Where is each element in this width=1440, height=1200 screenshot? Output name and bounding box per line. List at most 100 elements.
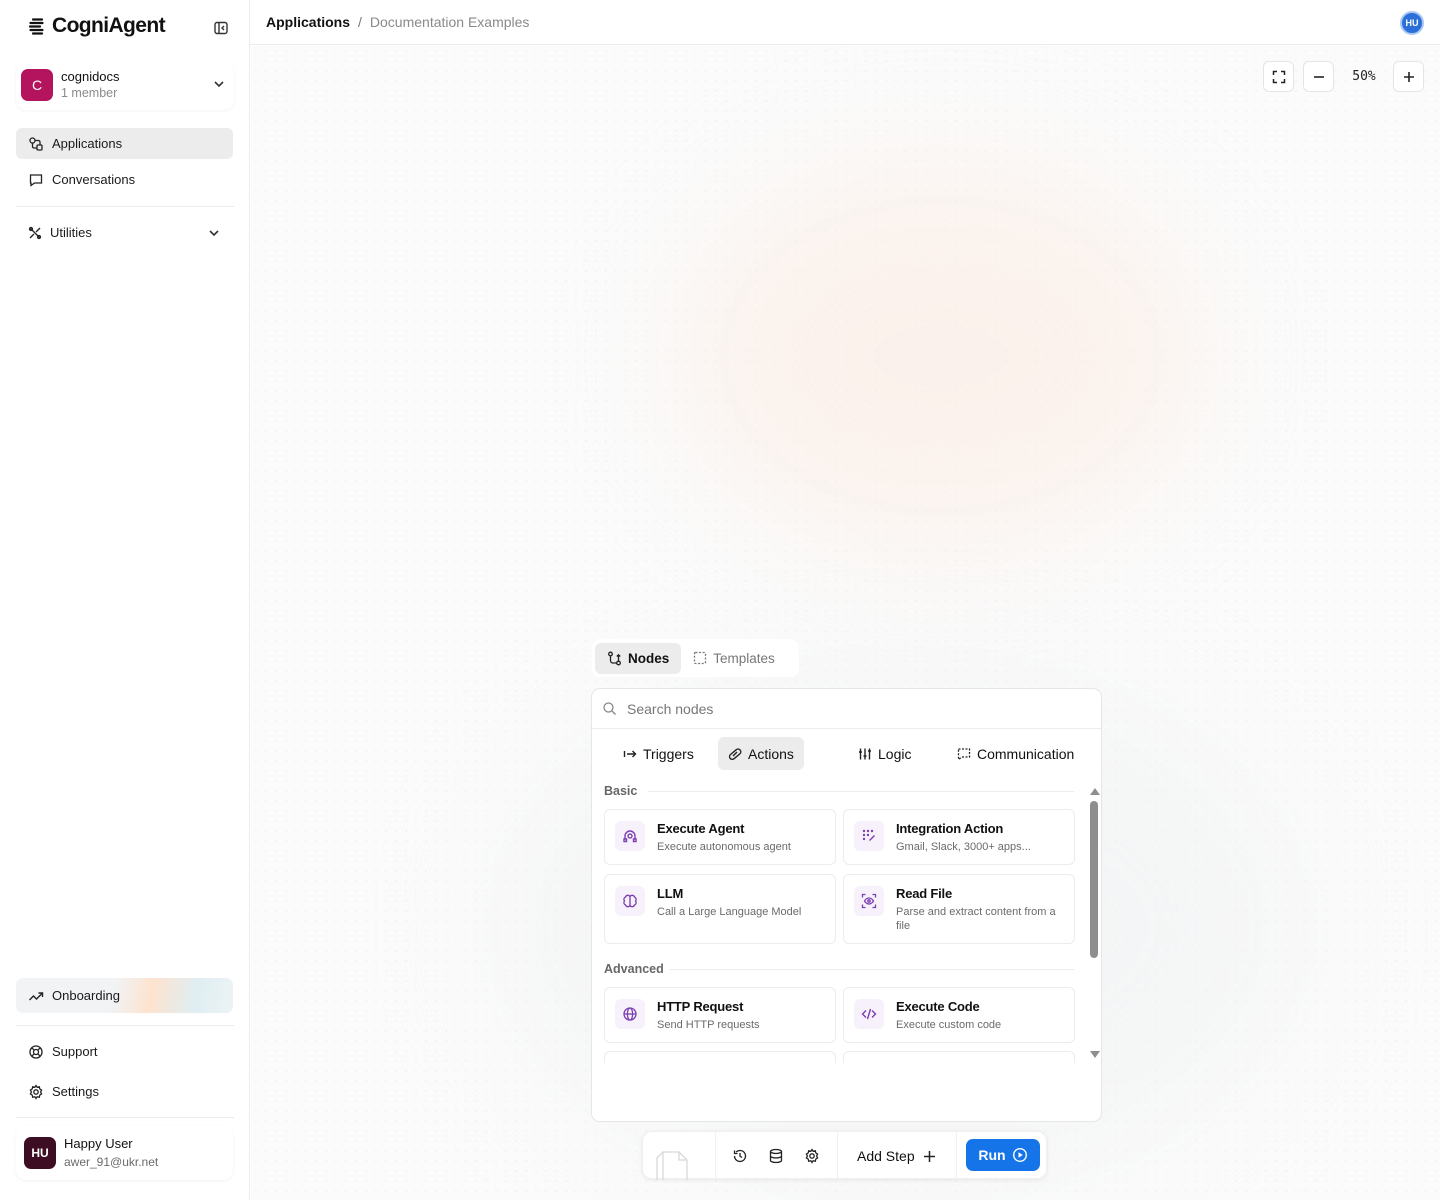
collapse-sidebar-button[interactable] <box>212 19 230 37</box>
integration-icon <box>854 821 884 851</box>
node-card-execute-code[interactable]: Execute Code Execute custom code <box>843 987 1075 1043</box>
zoom-in-button[interactable] <box>1393 61 1424 92</box>
sidebar-item-settings[interactable]: Settings <box>16 1076 233 1107</box>
logo-text: CogniAgent <box>52 14 166 37</box>
node-card-llm[interactable]: LLM Call a Large Language Model <box>604 874 836 944</box>
file-scan-icon <box>854 886 884 916</box>
logo-icon <box>28 16 48 36</box>
add-step-label: Add Step <box>857 1148 915 1164</box>
tab-label: Nodes <box>628 650 670 666</box>
lifebuoy-icon <box>28 1044 44 1060</box>
arrow-right-icon <box>623 747 637 761</box>
run-button[interactable]: Run <box>966 1139 1040 1171</box>
node-card-http-request[interactable]: HTTP Request Send HTTP requests <box>604 987 836 1043</box>
avatar[interactable]: HU <box>1400 11 1424 35</box>
zoom-level: 50% <box>1352 69 1376 84</box>
sidebar-item-support[interactable]: Support <box>16 1036 233 1067</box>
chevron-down-icon <box>207 226 221 240</box>
gear-icon <box>28 1083 44 1100</box>
section-divider <box>648 791 1074 792</box>
sidebar-item-label: Applications <box>52 136 123 151</box>
sidebar-item-label: Conversations <box>52 172 136 187</box>
search-icon <box>602 701 617 716</box>
node-title: LLM <box>657 886 684 901</box>
toolbar-divider <box>715 1132 716 1180</box>
node-card-read-file[interactable]: Read File Parse and extract content from… <box>843 874 1075 944</box>
globe-icon <box>615 999 645 1029</box>
chevron-down-icon <box>212 77 226 91</box>
node-card-execute-agent[interactable]: Execute Agent Execute autonomous agent <box>604 809 836 865</box>
section-basic-label: Basic <box>604 784 638 798</box>
node-card-integration-action[interactable]: Integration Action Gmail, Slack, 3000+ a… <box>843 809 1075 865</box>
sidebar-divider <box>16 1025 234 1026</box>
user-name: Happy User <box>64 1136 133 1151</box>
tab-actions[interactable]: Actions <box>718 737 804 770</box>
sliders-icon <box>858 747 872 761</box>
history-button[interactable] <box>728 1144 752 1168</box>
sidebar-item-applications[interactable]: Applications <box>16 128 233 159</box>
chat-icon <box>28 172 44 188</box>
tab-nodes[interactable]: Nodes <box>595 642 682 674</box>
sidebar-item-label: Onboarding <box>52 988 120 1003</box>
tab-communication[interactable]: Communication <box>947 737 1084 770</box>
template-icon <box>693 651 707 665</box>
code-icon <box>854 999 884 1029</box>
sidebar-divider <box>16 1117 234 1118</box>
org-name: cognidocs <box>61 69 120 84</box>
database-button[interactable] <box>764 1144 788 1168</box>
tab-label: Actions <box>748 745 794 762</box>
node-picker-panel: Triggers Actions Logic Communication Bas… <box>591 688 1102 1122</box>
agent-icon <box>615 821 645 851</box>
toolbar-divider <box>837 1132 838 1180</box>
node-description: Gmail, Slack, 3000+ apps... <box>896 841 1031 853</box>
brain-icon <box>615 886 645 916</box>
sidebar-item-conversations[interactable]: Conversations <box>16 164 233 195</box>
utilities-icon <box>28 226 42 240</box>
applications-icon <box>28 136 44 152</box>
list-fade <box>592 1063 1088 1121</box>
add-step-button[interactable]: Add Step <box>857 1144 936 1168</box>
breadcrumb-separator: / <box>358 14 362 30</box>
breadcrumb-current: Documentation Examples <box>369 14 530 30</box>
sidebar-item-utilities[interactable]: Utilities <box>16 217 233 248</box>
tab-label: Templates <box>713 650 775 666</box>
plus-icon <box>923 1150 936 1163</box>
sidebar-item-label: Support <box>52 1044 98 1059</box>
scroll-down-arrow[interactable] <box>1090 1051 1100 1059</box>
node-title: Read File <box>896 886 952 901</box>
tab-label: Communication <box>977 745 1075 762</box>
search-bar <box>592 689 1101 729</box>
scroll-up-arrow[interactable] <box>1090 787 1100 795</box>
trend-icon <box>28 988 44 1004</box>
node-description: Call a Large Language Model <box>657 906 802 918</box>
user-menu[interactable]: HU Happy User awer_91@ukr.net <box>16 1126 233 1180</box>
nodes-icon <box>607 651 622 666</box>
tab-triggers[interactable]: Triggers <box>613 737 704 770</box>
app-logo[interactable]: CogniAgent <box>28 14 166 38</box>
node-title: Execute Agent <box>657 821 745 836</box>
sidebar: CogniAgent C cognidocs 1 member Applicat… <box>0 0 250 1200</box>
node-title: Integration Action <box>896 821 1004 836</box>
section-advanced-label: Advanced <box>604 962 664 976</box>
document-icon[interactable] <box>655 1146 703 1180</box>
fullscreen-button[interactable] <box>1263 61 1294 92</box>
org-switcher[interactable]: C cognidocs 1 member <box>16 60 234 110</box>
top-bar: Applications / Documentation Examples HU <box>250 0 1440 45</box>
scrollbar-thumb[interactable] <box>1090 801 1098 958</box>
node-description: Send HTTP requests <box>657 1019 760 1031</box>
tab-templates[interactable]: Templates <box>681 643 787 674</box>
sidebar-item-label: Settings <box>52 1084 99 1099</box>
tab-logic[interactable]: Logic <box>848 737 921 770</box>
avatar: HU <box>24 1137 56 1169</box>
zoom-out-button[interactable] <box>1303 61 1334 92</box>
node-title: Execute Code <box>896 999 980 1014</box>
org-members: 1 member <box>61 86 118 100</box>
play-circle-icon <box>1012 1147 1028 1163</box>
tab-label: Logic <box>878 745 912 762</box>
settings-button[interactable] <box>800 1144 824 1168</box>
sidebar-item-onboarding[interactable]: Onboarding <box>16 978 233 1013</box>
node-description: Execute autonomous agent <box>657 841 791 853</box>
search-input[interactable] <box>627 700 1067 717</box>
breadcrumb-applications[interactable]: Applications <box>266 14 350 30</box>
message-icon <box>957 747 971 761</box>
